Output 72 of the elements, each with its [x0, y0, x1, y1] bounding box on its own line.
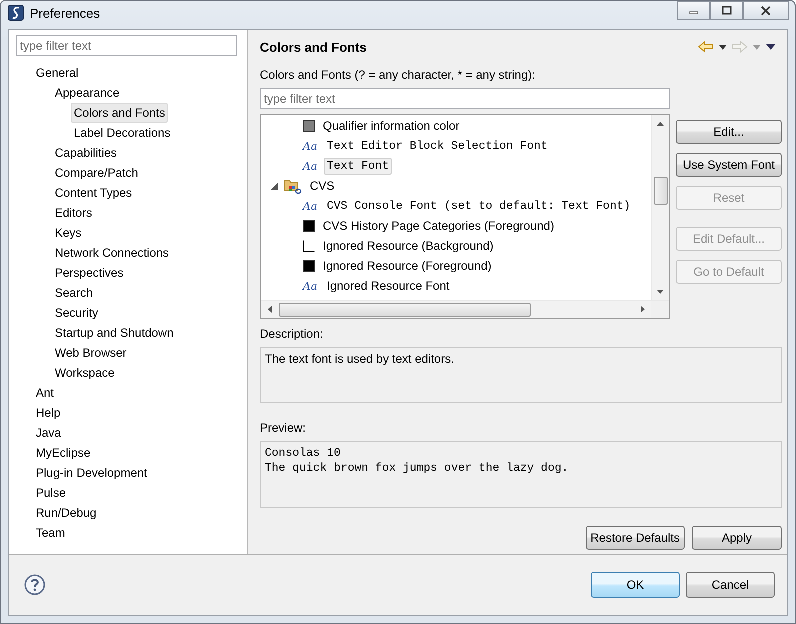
page-button[interactable]: Restore Defaults: [586, 526, 685, 550]
tree-item[interactable]: Ant: [33, 383, 58, 403]
preview-text: The quick brown fox jumps over the lazy dog.: [265, 461, 569, 476]
tree-item[interactable]: Startup and Shutdown: [52, 323, 177, 343]
description-text: The text font is used by text editors.: [260, 347, 782, 403]
window-title: Preferences: [30, 6, 100, 20]
dialog-button[interactable]: OK: [591, 572, 680, 598]
list-item[interactable]: Ignored Resource Font: [324, 277, 453, 295]
tree-item[interactable]: Plug-in Development: [33, 463, 150, 483]
tree-item[interactable]: Pulse: [33, 483, 70, 503]
scroll-up-icon[interactable]: [657, 122, 664, 126]
filter-field[interactable]: type filter text: [260, 88, 670, 109]
page-button[interactable]: Apply: [692, 526, 782, 550]
dialog-button[interactable]: Cancel: [686, 572, 775, 598]
tree-item[interactable]: Label Decorations: [71, 123, 174, 143]
vertical-scrollbar[interactable]: [651, 115, 669, 300]
maximize-icon: [720, 6, 732, 16]
tree-item[interactable]: Java: [33, 423, 64, 443]
font-icon: Aa: [303, 160, 319, 172]
caret-icon[interactable]: [719, 44, 727, 50]
page-title: Colors and Fonts: [260, 40, 367, 54]
tree-item[interactable]: Keys: [52, 223, 85, 243]
description-label: Description:: [260, 327, 324, 341]
scroll-right-icon[interactable]: [640, 306, 644, 313]
font-icon: Aa: [303, 140, 319, 152]
scroll-thumb[interactable]: [654, 177, 668, 205]
font-icon: Aa: [303, 200, 319, 212]
side-button[interactable]: Use System Font: [676, 153, 782, 177]
tree-item[interactable]: Help: [33, 403, 64, 423]
scroll-down-icon[interactable]: [657, 290, 664, 294]
preview-text: Consolas 10: [265, 446, 341, 461]
side-button[interactable]: Edit...: [676, 120, 782, 144]
maximize-button[interactable]: [710, 1, 743, 20]
tree-item[interactable]: Capabilities: [52, 143, 120, 163]
tree-item[interactable]: Workspace: [52, 363, 118, 383]
category-item[interactable]: CVS: [307, 177, 338, 195]
tree-item[interactable]: MyEclipse: [33, 443, 94, 463]
filter-field[interactable]: type filter text: [16, 35, 237, 56]
folder-icon: [284, 178, 302, 194]
tree-item[interactable]: Network Connections: [52, 243, 172, 263]
list-item[interactable]: CVS History Page Categories (Foreground): [320, 217, 558, 235]
list-item[interactable]: Text Editor Block Selection Font: [324, 138, 551, 154]
tree-item[interactable]: General: [33, 63, 82, 83]
tree-item[interactable]: Perspectives: [52, 263, 127, 283]
close-icon: [760, 6, 772, 16]
app-icon: [8, 5, 24, 21]
tree-item[interactable]: Editors: [52, 203, 96, 223]
list-item[interactable]: Ignored Resource (Background): [320, 237, 497, 255]
scroll-thumb[interactable]: [279, 303, 531, 317]
tree-item[interactable]: Security: [52, 303, 102, 323]
preview-label: Preview:: [260, 421, 306, 435]
tree-item[interactable]: Colors and Fonts: [71, 103, 168, 123]
list-item[interactable]: Qualifier information color: [320, 117, 463, 135]
filter-label: Colors and Fonts (? = any character, * = any string):: [260, 68, 536, 82]
close-button[interactable]: [743, 1, 789, 20]
list-item[interactable]: Ignored Resource (Foreground): [320, 257, 495, 275]
tree-item[interactable]: Content Types: [52, 183, 136, 203]
expand-arrow-icon[interactable]: [271, 182, 278, 190]
list-item[interactable]: Text Font: [324, 158, 392, 174]
tree-item[interactable]: Search: [52, 283, 96, 303]
tree-item[interactable]: Appearance: [52, 83, 123, 103]
font-icon: Aa: [303, 280, 319, 292]
menu-icon[interactable]: [766, 44, 776, 50]
scroll-left-icon[interactable]: [268, 306, 272, 313]
list-item[interactable]: CVS Console Font (set to default: Text Font): [324, 198, 634, 214]
tree-item[interactable]: Team: [33, 523, 68, 543]
tree-item[interactable]: Compare/Patch: [52, 163, 142, 183]
tree-item[interactable]: Run/Debug: [33, 503, 100, 523]
help-icon[interactable]: [24, 574, 46, 596]
back-arrow-icon[interactable]: [698, 41, 714, 53]
horizontal-scrollbar[interactable]: [261, 300, 669, 318]
tree-item[interactable]: Web Browser: [52, 343, 130, 363]
